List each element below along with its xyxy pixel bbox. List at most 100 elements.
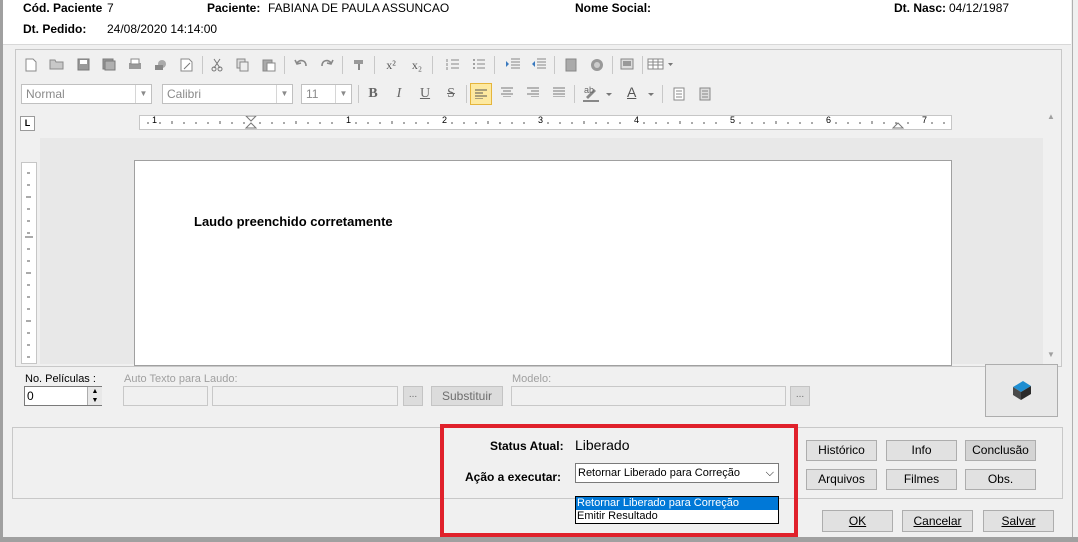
horizontal-ruler[interactable]: 1 1 2 3 4 5 6 7 <box>139 115 952 130</box>
conclusao-button[interactable]: Conclusão <box>965 440 1036 461</box>
insert-frame-icon[interactable] <box>616 54 638 76</box>
ruler-mark: 3 <box>538 115 544 125</box>
align-right-icon[interactable] <box>522 83 544 105</box>
dt-pedido-label: Dt. Pedido: <box>23 22 87 36</box>
patient-header: Cód. Paciente 7 Paciente: FABIANA DE PAU… <box>3 0 1071 45</box>
ruler-mark: 1 <box>152 115 158 125</box>
filmes-button[interactable]: Filmes <box>886 469 957 490</box>
bold-icon[interactable]: B <box>362 83 384 105</box>
spinner-buttons[interactable]: ▲ ▼ <box>87 387 102 405</box>
nome-social-label: Nome Social: <box>575 1 652 15</box>
auto-texto-browse-button[interactable]: ... <box>403 386 423 406</box>
decrease-indent-icon[interactable] <box>528 54 550 76</box>
font-color-icon[interactable]: A <box>622 83 658 105</box>
ruler-mark: 7 <box>922 115 928 125</box>
window-right-edge <box>1072 0 1078 542</box>
increase-indent-icon[interactable] <box>502 54 524 76</box>
substituir-button[interactable]: Substituir <box>431 386 503 406</box>
highlight-label: ab <box>584 85 595 95</box>
historico-button[interactable]: Histórico <box>806 440 877 461</box>
status-highlight-box <box>440 424 798 537</box>
align-justify-icon[interactable] <box>548 83 570 105</box>
print-icon[interactable] <box>124 54 146 76</box>
toolbar-row-2: Normal ▼ Calibri ▼ 11 ▼ B I U S ab A <box>18 81 738 107</box>
paciente-value: FABIANA DE PAULA ASSUNCAO <box>268 1 450 15</box>
chevron-down-icon: ▼ <box>135 85 151 103</box>
page-format-icon[interactable] <box>694 83 716 105</box>
auto-texto-code-field[interactable] <box>123 386 208 406</box>
undo-icon[interactable] <box>290 54 312 76</box>
peliculas-value: 0 <box>27 389 34 403</box>
vertical-ruler-ticks <box>25 172 33 358</box>
dt-nasc-value: 04/12/1987 <box>949 1 1010 15</box>
scanner-button[interactable] <box>985 364 1058 417</box>
vertical-scrollbar[interactable]: ▲ ▼ <box>1043 110 1060 364</box>
paste-icon[interactable] <box>258 54 280 76</box>
spin-up-icon[interactable]: ▲ <box>88 387 102 396</box>
print-preview-icon[interactable] <box>150 54 172 76</box>
subscript-icon[interactable]: x₂ <box>406 54 428 76</box>
ruler-mark: 2 <box>442 115 448 125</box>
open-folder-icon[interactable] <box>46 54 68 76</box>
page-break-icon[interactable] <box>560 54 582 76</box>
page-setup-icon[interactable] <box>176 54 198 76</box>
spin-down-icon[interactable]: ▼ <box>88 396 102 405</box>
scroll-up-icon[interactable]: ▲ <box>1047 112 1055 121</box>
bullet-list-icon[interactable] <box>468 54 490 76</box>
superscript-icon[interactable]: x² <box>380 54 402 76</box>
format-painter-icon[interactable] <box>348 54 370 76</box>
redo-icon[interactable] <box>316 54 338 76</box>
vertical-ruler[interactable] <box>21 162 37 364</box>
rich-text-editor: x² x₂ Normal ▼ Calibri ▼ 11 ▼ B I U S ab A <box>15 49 1062 367</box>
align-center-icon[interactable] <box>496 83 518 105</box>
document-page[interactable]: Laudo preenchido corretamente <box>134 160 952 366</box>
italic-icon[interactable]: I <box>388 83 410 105</box>
dt-pedido-value: 24/08/2020 14:14:00 <box>107 22 218 36</box>
copy-icon[interactable] <box>232 54 254 76</box>
peliculas-label: No. Películas : <box>25 373 96 385</box>
modelo-browse-button[interactable]: ... <box>790 386 810 406</box>
tab-stop-selector[interactable]: L <box>20 116 35 131</box>
info-button[interactable]: Info <box>886 440 957 461</box>
ruler-mark: 5 <box>730 115 736 125</box>
font-color-label: A <box>627 84 637 100</box>
cod-paciente-label: Cód. Paciente <box>23 1 103 15</box>
font-size-value: 11 <box>306 87 319 101</box>
paciente-label: Paciente: <box>207 1 261 15</box>
cut-icon[interactable] <box>206 54 228 76</box>
underline-icon[interactable]: U <box>414 83 436 105</box>
font-select-value: Calibri <box>167 87 202 101</box>
modelo-field[interactable] <box>511 386 786 406</box>
insert-image-icon[interactable] <box>586 54 608 76</box>
dt-nasc-label: Dt. Nasc: <box>894 1 947 15</box>
ok-button[interactable]: OK <box>822 510 893 532</box>
scanner-icon <box>1012 381 1031 400</box>
obs-button[interactable]: Obs. <box>965 469 1036 490</box>
scroll-down-icon[interactable]: ▼ <box>1047 350 1055 359</box>
align-left-icon[interactable] <box>470 83 492 105</box>
paragraph-format-icon[interactable] <box>668 83 690 105</box>
auto-texto-label: Auto Texto para Laudo: <box>124 373 238 385</box>
font-select[interactable]: Calibri ▼ <box>162 84 293 104</box>
window-left-border <box>0 0 3 542</box>
chevron-down-icon: ▼ <box>335 85 351 103</box>
arquivos-button[interactable]: Arquivos <box>806 469 877 490</box>
new-document-icon[interactable] <box>20 54 42 76</box>
save-icon[interactable] <box>72 54 94 76</box>
strikethrough-icon[interactable]: S <box>440 83 462 105</box>
numbered-list-icon[interactable] <box>442 54 464 76</box>
document-text[interactable]: Laudo preenchido corretamente <box>194 214 393 229</box>
font-size-select[interactable]: 11 ▼ <box>301 84 352 104</box>
save-all-icon[interactable] <box>98 54 120 76</box>
style-select[interactable]: Normal ▼ <box>21 84 152 104</box>
chevron-down-icon: ▼ <box>276 85 292 103</box>
auto-texto-field[interactable] <box>212 386 398 406</box>
salvar-button[interactable]: Salvar <box>983 510 1054 532</box>
cod-paciente-value: 7 <box>107 1 114 15</box>
insert-table-icon[interactable] <box>646 54 676 76</box>
cancelar-button[interactable]: Cancelar <box>902 510 973 532</box>
highlight-color-icon[interactable]: ab <box>580 83 616 105</box>
toolbar-row-1: x² x₂ <box>18 52 698 78</box>
style-select-value: Normal <box>26 87 65 101</box>
peliculas-spinner[interactable]: 0 ▲ ▼ <box>24 386 102 406</box>
